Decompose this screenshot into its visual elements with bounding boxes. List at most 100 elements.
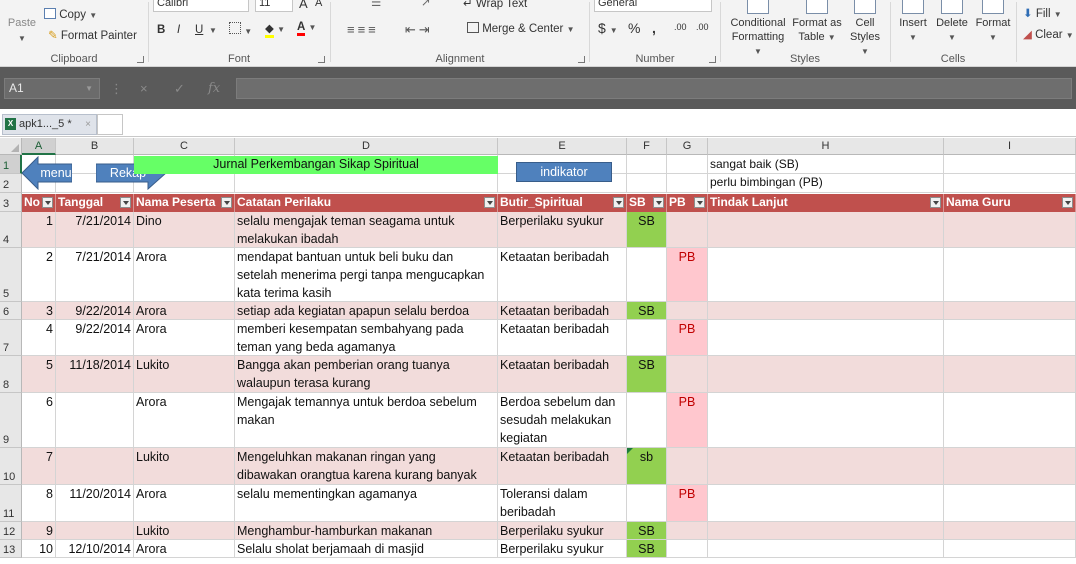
header-cell-catatan-perilaku[interactable]: Catatan Perilaku xyxy=(235,194,498,212)
butir-cell[interactable]: Ketaatan beribadah xyxy=(498,356,627,393)
filter-dropdown-icon[interactable] xyxy=(42,197,53,208)
row-header-10[interactable]: 10 xyxy=(0,448,22,485)
row-header-3[interactable]: 3 xyxy=(0,193,22,212)
borders-button[interactable]: ▼ xyxy=(229,22,252,37)
percent-button[interactable]: % xyxy=(628,20,640,36)
column-header-i[interactable]: I xyxy=(944,138,1076,155)
header-cell-nama-peserta[interactable]: Nama Peserta xyxy=(134,194,235,212)
merge-center-button[interactable]: Merge & Center ▼ xyxy=(467,22,575,35)
row-header-11[interactable]: 11 xyxy=(0,485,22,522)
no-cell[interactable]: 5 xyxy=(22,356,56,393)
row-header-8[interactable]: 8 xyxy=(0,356,22,393)
nama-guru-cell[interactable] xyxy=(944,212,1076,248)
sb-cell[interactable] xyxy=(627,320,667,356)
pb-cell[interactable] xyxy=(667,522,708,540)
nama-guru-cell[interactable] xyxy=(944,522,1076,540)
insert-button[interactable]: Insert ▼ xyxy=(895,0,931,45)
select-all-corner[interactable] xyxy=(0,138,22,155)
new-tab-area[interactable] xyxy=(97,114,123,135)
cancel-icon[interactable]: × xyxy=(140,78,148,99)
cell[interactable] xyxy=(944,155,1076,174)
filter-dropdown-icon[interactable] xyxy=(484,197,495,208)
clear-button[interactable]: ◢ Clear ▼ xyxy=(1023,27,1074,41)
filter-dropdown-icon[interactable] xyxy=(1062,197,1073,208)
butir-cell[interactable]: Berdoa sebelum dan sesudah melakukan kegia… xyxy=(498,393,627,448)
pb-cell[interactable]: PB xyxy=(667,248,708,302)
filter-dropdown-icon[interactable] xyxy=(930,197,941,208)
tindak-lanjut-cell[interactable] xyxy=(708,356,944,393)
name-cell[interactable]: Arora xyxy=(134,485,235,522)
align-buttons[interactable]: ≡≡≡ xyxy=(347,22,379,37)
no-cell[interactable]: 8 xyxy=(22,485,56,522)
number-format-combo[interactable]: General xyxy=(594,0,712,12)
note-cell[interactable]: Bangga akan pemberian orang tuanya walaup… xyxy=(235,356,498,393)
name-cell[interactable]: Arora xyxy=(134,393,235,448)
currency-button[interactable]: $ ▼ xyxy=(598,20,618,36)
tindak-lanjut-cell[interactable] xyxy=(708,248,944,302)
underline-dropdown[interactable]: ▼ xyxy=(209,24,217,36)
name-cell[interactable]: Dino xyxy=(134,212,235,248)
tindak-lanjut-cell[interactable] xyxy=(708,302,944,320)
pb-cell[interactable] xyxy=(667,302,708,320)
tindak-lanjut-cell[interactable] xyxy=(708,485,944,522)
name-cell[interactable]: Arora xyxy=(134,302,235,320)
nama-guru-cell[interactable] xyxy=(944,356,1076,393)
name-box[interactable]: A1 ▼ xyxy=(4,78,100,99)
date-cell[interactable]: 7/21/2014 xyxy=(56,248,134,302)
column-header-h[interactable]: H xyxy=(708,138,944,155)
grow-font-button[interactable]: A xyxy=(299,0,308,11)
no-cell[interactable]: 1 xyxy=(22,212,56,248)
nama-guru-cell[interactable] xyxy=(944,448,1076,485)
row-header-9[interactable]: 9 xyxy=(0,393,22,448)
butir-cell[interactable]: Ketaatan beribadah xyxy=(498,248,627,302)
shrink-font-button[interactable]: A xyxy=(315,0,322,9)
butir-cell[interactable]: Ketaatan beribadah xyxy=(498,302,627,320)
format-as-table-button[interactable]: Format as Table ▼ xyxy=(791,0,843,45)
fill-button[interactable]: ⬇ Fill ▼ xyxy=(1023,6,1062,20)
increase-decimal-button[interactable]: .00 xyxy=(674,22,687,32)
no-cell[interactable]: 10 xyxy=(22,540,56,558)
row-header-12[interactable]: 12 xyxy=(0,522,22,540)
tindak-lanjut-cell[interactable] xyxy=(708,212,944,248)
cell[interactable] xyxy=(667,174,708,193)
conditional-formatting-button[interactable]: Conditional Formatting ▼ xyxy=(727,0,789,59)
indent-buttons[interactable]: ⇤⇥ xyxy=(405,22,433,38)
cell[interactable] xyxy=(235,174,498,193)
note-cell[interactable]: memberi kesempatan sembahyang pada teman … xyxy=(235,320,498,356)
enter-icon[interactable]: ✓ xyxy=(174,78,185,99)
no-cell[interactable]: 6 xyxy=(22,393,56,448)
filter-dropdown-icon[interactable] xyxy=(120,197,131,208)
note-cell[interactable]: Mengeluhkan makanan ringan yang dibawakan… xyxy=(235,448,498,485)
row-header-7[interactable]: 7 xyxy=(0,320,22,356)
nama-guru-cell[interactable] xyxy=(944,485,1076,522)
note-cell[interactable]: setiap ada kegiatan apapun selalu berdoa xyxy=(235,302,498,320)
butir-cell[interactable]: Toleransi dalam beribadah xyxy=(498,485,627,522)
no-cell[interactable]: 4 xyxy=(22,320,56,356)
sb-cell[interactable]: sb xyxy=(627,448,667,485)
date-cell[interactable] xyxy=(56,393,134,448)
pb-cell[interactable]: PB xyxy=(667,393,708,448)
header-cell-sb[interactable]: SB xyxy=(627,194,667,212)
pb-cell[interactable]: PB xyxy=(667,320,708,356)
cell[interactable] xyxy=(944,174,1076,193)
no-cell[interactable]: 2 xyxy=(22,248,56,302)
workbook-tab[interactable]: X apk1..._5 * × xyxy=(2,114,97,135)
filter-dropdown-icon[interactable] xyxy=(694,197,705,208)
pb-cell[interactable] xyxy=(667,212,708,248)
nama-guru-cell[interactable] xyxy=(944,540,1076,558)
fill-color-button[interactable]: ◆ ▼ xyxy=(265,21,285,38)
date-cell[interactable] xyxy=(56,448,134,485)
filter-dropdown-icon[interactable] xyxy=(653,197,664,208)
cell[interactable] xyxy=(627,174,667,193)
font-color-button[interactable]: A ▼ xyxy=(297,21,316,36)
pb-cell[interactable] xyxy=(667,448,708,485)
function-icon[interactable]: fx xyxy=(208,78,220,99)
filter-dropdown-icon[interactable] xyxy=(613,197,624,208)
orientation-icon[interactable]: ↗ xyxy=(421,0,431,9)
butir-cell[interactable]: Ketaatan beribadah xyxy=(498,448,627,485)
column-header-f[interactable]: F xyxy=(627,138,667,155)
name-cell[interactable]: Lukito xyxy=(134,448,235,485)
tindak-lanjut-cell[interactable] xyxy=(708,320,944,356)
row-header-5[interactable]: 5 xyxy=(0,248,22,302)
underline-button[interactable]: U xyxy=(195,24,203,36)
